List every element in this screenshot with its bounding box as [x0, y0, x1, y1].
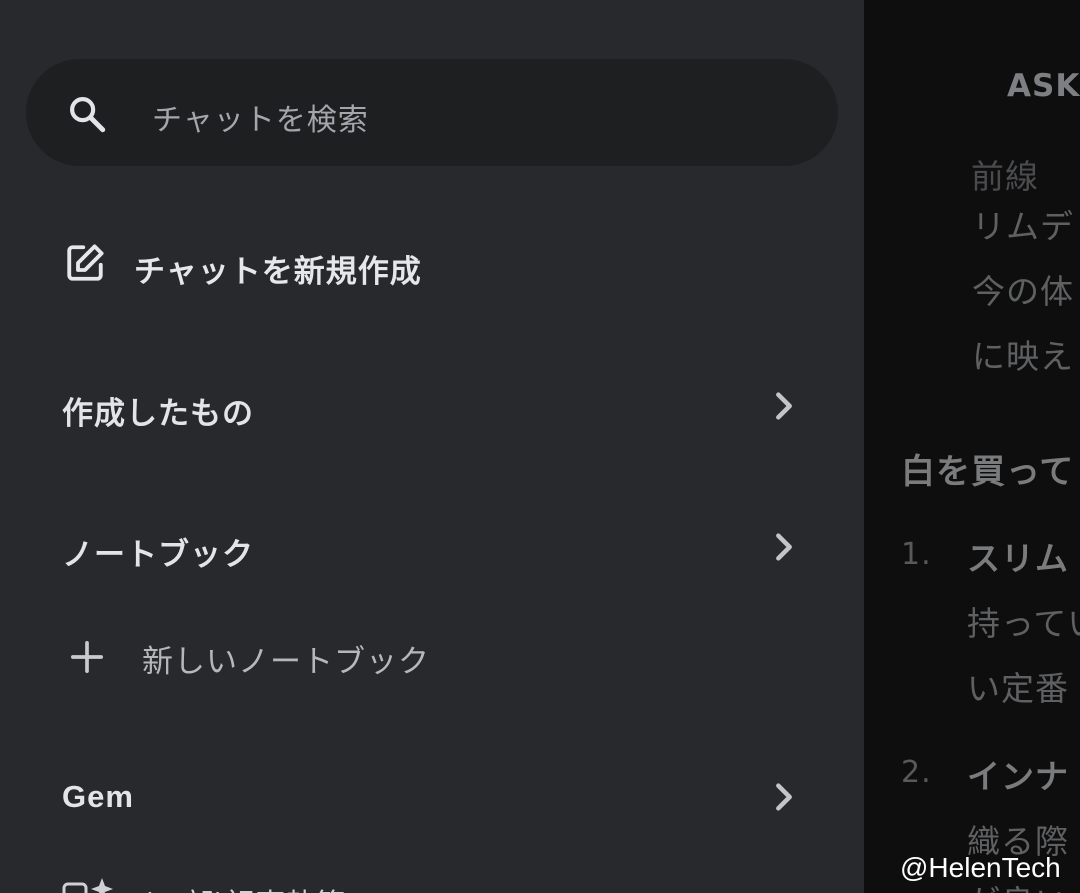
- sidebar: チャットを検索 チャットを新規作成 作成したもの ノートブック 新しいノートブッ…: [0, 0, 864, 893]
- content-line: リムデ: [972, 207, 1074, 246]
- gem-list-item[interactable]: (一部)記事執筆の: [62, 876, 482, 893]
- list-item-line: い定番: [967, 669, 1069, 708]
- gem-item-label: (一部)記事執筆の: [142, 880, 375, 893]
- content-line: に映え: [972, 337, 1074, 376]
- list-item-line: 持ってい: [967, 604, 1080, 643]
- list-number: 2.: [901, 755, 932, 790]
- watermark: @HelenTech: [900, 852, 1061, 883]
- section-notebooks[interactable]: ノートブック: [62, 529, 254, 574]
- chevron-right-icon[interactable]: [772, 780, 796, 814]
- content-line: 今の体: [972, 272, 1074, 311]
- cut-text-line: 前線: [971, 157, 1039, 196]
- content-header: ASKI: [1007, 68, 1080, 104]
- new-notebook-button[interactable]: 新しいノートブック: [142, 636, 430, 681]
- search-placeholder: チャットを検索: [152, 103, 369, 138]
- section-gem[interactable]: Gem: [62, 779, 134, 815]
- search-icon: [70, 97, 106, 133]
- list-number: 1.: [901, 537, 932, 572]
- new-chat-button[interactable]: チャットを新規作成: [134, 246, 422, 291]
- edit-icon: [67, 244, 104, 281]
- content-heading: 白を買って: [901, 452, 1075, 492]
- list-item-title: インナ: [967, 757, 1069, 796]
- list-item-title: スリム: [967, 539, 1069, 578]
- chevron-right-icon[interactable]: [772, 530, 796, 564]
- section-created-items[interactable]: 作成したもの: [62, 388, 254, 433]
- chat-content: ASKI 前線 リムデ 今の体 に映え 白を買って 1. スリム 持ってい い定…: [864, 0, 1080, 893]
- chevron-right-icon[interactable]: [772, 389, 796, 423]
- plus-icon: [70, 640, 104, 674]
- search-chats-field[interactable]: [26, 59, 838, 166]
- gem-sparkle-icon: [62, 878, 113, 893]
